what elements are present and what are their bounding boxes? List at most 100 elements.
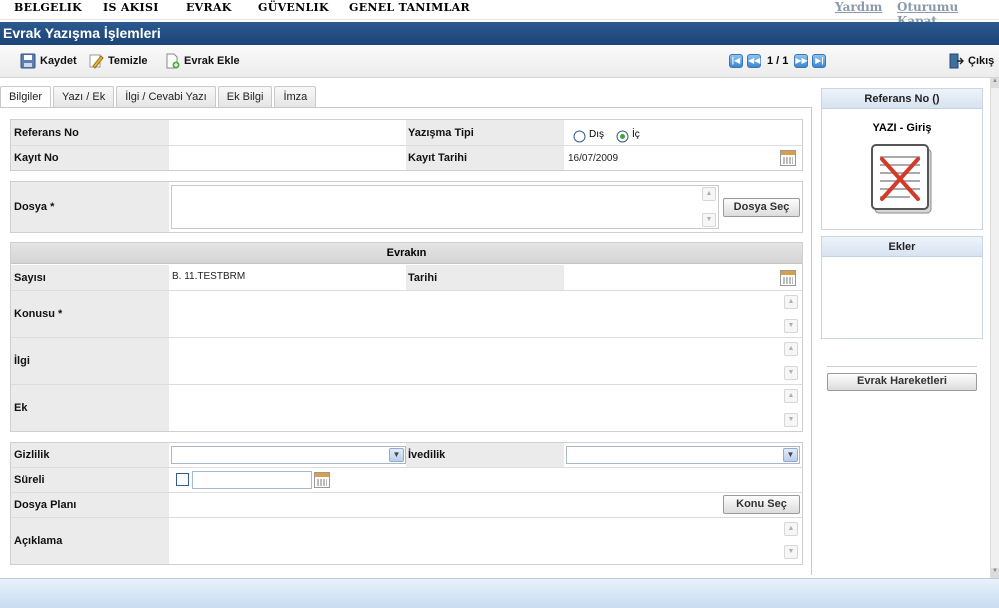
add-document-button[interactable]: Evrak Ekle	[164, 53, 240, 69]
radio-dis-label: Dış	[589, 129, 604, 140]
add-document-label: Evrak Ekle	[184, 55, 240, 67]
radio-unchecked-icon	[573, 130, 586, 143]
save-button[interactable]: Kaydet	[20, 53, 77, 69]
document-type-label: YAZI - Giriş	[872, 122, 932, 134]
record-date-label: Kayıt Tarihi	[408, 152, 468, 164]
file-label: Dosya *	[14, 201, 55, 213]
last-page-icon[interactable]: ▶|	[812, 54, 827, 68]
menu-evrak[interactable]: EVRAK	[186, 1, 232, 14]
duration-checkbox[interactable]	[176, 473, 189, 486]
scroll-down-icon[interactable]: ▼	[702, 213, 716, 227]
scroll-up-icon[interactable]: ▲	[991, 78, 999, 88]
toolbar: Kaydet Temizle Evrak Ekle |◀ ◀◀ 1 / 1 ▶▶…	[0, 45, 999, 78]
clear-button[interactable]: Temizle	[88, 53, 148, 69]
document-history-button[interactable]: Evrak Hareketleri	[827, 373, 977, 391]
correspondence-type-label: Yazışma Tipi	[408, 127, 474, 139]
attachments-side-title: Ekler	[822, 237, 982, 257]
scroll-up-icon[interactable]: ▲	[784, 389, 798, 403]
related-label: İlgi	[14, 355, 30, 367]
save-label: Kaydet	[40, 55, 77, 67]
section-header-evrakin: Evrakın	[11, 243, 802, 264]
page-scrollbar[interactable]: ▲ ▼	[990, 78, 999, 578]
scroll-up-icon[interactable]: ▲	[784, 295, 798, 309]
privacy-select[interactable]: ▼	[171, 446, 406, 464]
description-label: Açıklama	[14, 535, 63, 547]
reference-side-box: Referans No () YAZI - Giriş	[821, 88, 983, 230]
radio-ic[interactable]: İç	[616, 126, 640, 143]
file-textarea[interactable]: ▲ ▼	[171, 185, 719, 229]
tab-yazi-ek[interactable]: Yazı / Ek	[53, 86, 115, 108]
footer-bar	[0, 578, 999, 608]
scroll-up-icon[interactable]: ▲	[784, 522, 798, 536]
exit-door-icon	[949, 53, 964, 69]
subject-row: Konusu * ▲ ▼	[11, 291, 802, 338]
edit-icon	[89, 54, 104, 69]
tab-strip: Bilgiler Yazı / Ek İlgi / Cevabi Yazı Ek…	[0, 86, 318, 109]
radio-dis[interactable]: Dış	[573, 126, 604, 143]
reference-side-title: Referans No ()	[822, 89, 982, 109]
number-row: Sayısı B. 11.TESTBRM Tarihi	[11, 265, 802, 291]
record-date-value: 16/07/2009	[568, 153, 619, 164]
help-link[interactable]: Yardım	[835, 0, 882, 14]
menu-is-akisi[interactable]: IS AKISI	[103, 1, 159, 14]
attachment-label: Ek	[14, 402, 28, 414]
reference-no-label: Referans No	[14, 127, 79, 139]
clear-label: Temizle	[108, 55, 148, 67]
reference-row: Referans No Yazışma Tipi Dış İç	[11, 120, 802, 146]
file-scrollbar[interactable]: ▲ ▼	[702, 187, 718, 227]
scroll-down-icon[interactable]: ▼	[784, 545, 798, 559]
scroll-down-icon[interactable]: ▼	[784, 366, 798, 380]
calendar-icon[interactable]	[780, 150, 796, 166]
page-indicator: 1 / 1	[767, 55, 789, 67]
number-label: Sayısı	[14, 272, 46, 284]
related-scrollbar[interactable]: ▲ ▼	[784, 342, 800, 380]
reference-block: Referans No Yazışma Tipi Dış İç Kayıt No…	[10, 119, 803, 171]
urgency-label: İvedilik	[408, 449, 446, 461]
choose-file-button[interactable]: Dosya Seç	[723, 198, 800, 217]
file-plan-label: Dosya Planı	[14, 499, 77, 511]
details-block: Gizlilik ▼ İvedilik ▼ Süreli Dosya Planı…	[10, 442, 803, 565]
subject-label: Konusu *	[14, 308, 63, 320]
scroll-down-icon[interactable]: ▼	[991, 568, 999, 578]
duration-input[interactable]	[192, 471, 312, 489]
date-label: Tarihi	[408, 272, 438, 284]
related-row: İlgi ▲ ▼	[11, 338, 802, 385]
scroll-up-icon[interactable]: ▲	[702, 187, 716, 201]
duration-calendar-icon[interactable]	[314, 472, 330, 488]
page-title-bar: Evrak Yazışma İşlemleri	[0, 22, 999, 45]
chevron-down-icon: ▼	[389, 448, 404, 462]
prev-page-icon[interactable]: ◀◀	[747, 54, 761, 68]
urgency-select[interactable]: ▼	[566, 446, 800, 464]
scroll-down-icon[interactable]: ▼	[784, 413, 798, 427]
description-scrollbar[interactable]: ▲ ▼	[784, 522, 800, 559]
document-cancelled-icon	[871, 144, 932, 214]
first-page-icon[interactable]: |◀	[729, 54, 743, 68]
choose-topic-button[interactable]: Konu Seç	[723, 495, 800, 514]
duration-label: Süreli	[14, 474, 45, 486]
scroll-down-icon[interactable]: ▼	[784, 319, 798, 333]
privacy-label: Gizlilik	[14, 449, 50, 461]
exit-label: Çıkış	[968, 55, 995, 67]
tab-ek-bilgi[interactable]: Ek Bilgi	[217, 86, 273, 108]
subject-scrollbar[interactable]: ▲ ▼	[784, 295, 800, 333]
tab-ilgi-cevabi-yazi[interactable]: İlgi / Cevabi Yazı	[116, 86, 216, 108]
document-block: Evrakın Sayısı B. 11.TESTBRM Tarihi Konu…	[10, 242, 803, 432]
description-row: Açıklama ▲ ▼	[11, 518, 802, 564]
scroll-up-icon[interactable]: ▲	[784, 342, 798, 356]
radio-checked-icon	[616, 130, 629, 143]
tab-bilgiler[interactable]: Bilgiler	[0, 86, 52, 109]
menu-belgelik[interactable]: BELGELIK	[14, 1, 82, 14]
attachment-scrollbar[interactable]: ▲ ▼	[784, 389, 800, 427]
file-plan-row: Dosya Planı Konu Seç	[11, 493, 802, 518]
attachment-row: Ek ▲ ▼	[11, 385, 802, 431]
privacy-row: Gizlilik ▼ İvedilik ▼	[11, 443, 802, 468]
number-value: B. 11.TESTBRM	[172, 271, 246, 282]
menu-guvenlik[interactable]: GÜVENLIK	[258, 1, 329, 14]
date-calendar-icon[interactable]	[780, 270, 796, 286]
file-block: Dosya * ▲ ▼ Dosya Seç	[10, 181, 803, 233]
next-page-icon[interactable]: ▶▶	[794, 54, 809, 68]
tab-imza[interactable]: İmza	[274, 86, 317, 108]
menu-genel-tanimlar[interactable]: GENEL TANIMLAR	[349, 1, 470, 14]
form-panel: Referans No Yazışma Tipi Dış İç Kayıt No…	[0, 107, 812, 575]
exit-button[interactable]: Çıkış	[948, 53, 994, 69]
